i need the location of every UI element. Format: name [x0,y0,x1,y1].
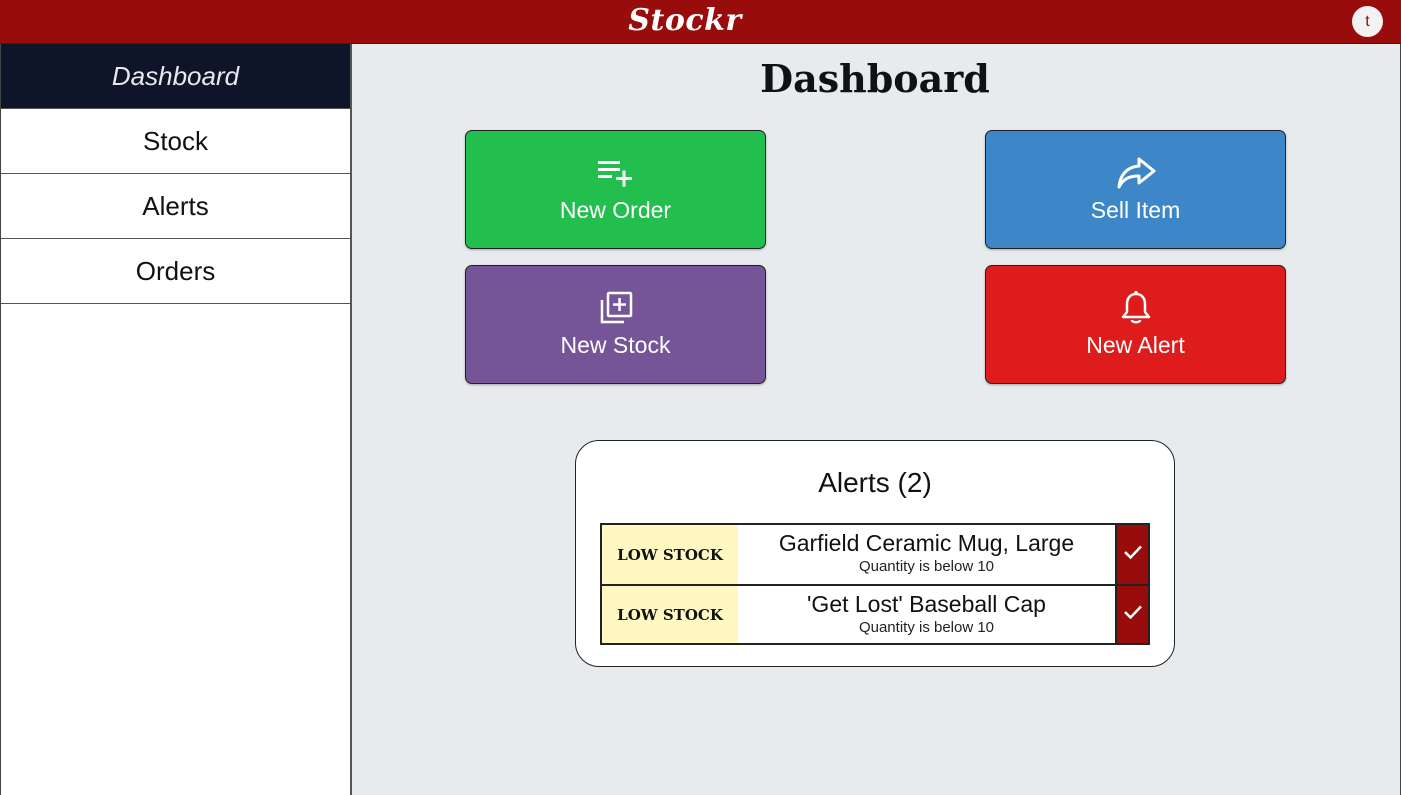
alert-description: Quantity is below 10 [858,558,995,575]
new-alert-label: New Alert [1086,332,1185,358]
page-title: Dashboard [760,56,990,101]
check-icon [1123,604,1143,625]
alert-description: Quantity is below 10 [858,619,995,636]
sidebar-item-stock[interactable]: Stock [1,109,350,174]
sell-item-button[interactable]: Sell Item [985,130,1286,249]
sidebar-item-orders[interactable]: Orders [1,239,350,304]
top-bar: Stockr t [0,0,1401,44]
sidebar-item-label: Stock [142,125,209,156]
list-item: LOW STOCK 'Get Lost' Baseball Cap Quanti… [602,584,1148,643]
dismiss-alert-button[interactable] [1115,586,1148,643]
sidebar: Dashboard Stock Alerts Orders [0,44,352,795]
alerts-list: LOW STOCK Garfield Ceramic Mug, Large Qu… [600,523,1150,645]
alert-type-badge: LOW STOCK [602,525,738,584]
alert-type-badge: LOW STOCK [602,586,738,643]
sidebar-item-dashboard[interactable]: Dashboard [1,44,350,109]
alerts-panel: Alerts (2) LOW STOCK Garfield Ceramic Mu… [575,440,1175,667]
playlist-add-icon [596,155,636,191]
list-item: LOW STOCK Garfield Ceramic Mug, Large Qu… [602,525,1148,584]
sidebar-item-label: Alerts [142,190,209,221]
sidebar-item-alerts[interactable]: Alerts [1,174,350,239]
alerts-panel-title: Alerts (2) [818,467,932,498]
alert-content: 'Get Lost' Baseball Cap Quantity is belo… [738,586,1115,643]
library-add-icon [598,290,634,326]
dismiss-alert-button[interactable] [1115,525,1148,584]
sell-item-label: Sell Item [1090,197,1181,223]
new-order-button[interactable]: New Order [465,130,766,249]
share-arrow-icon [1115,155,1157,191]
main-content: Dashboard New Order Sell Item New Stock … [352,44,1401,795]
check-icon [1123,544,1143,565]
sidebar-item-label: Dashboard [111,60,240,91]
alert-content: Garfield Ceramic Mug, Large Quantity is … [738,525,1115,584]
new-stock-button[interactable]: New Stock [465,265,766,384]
new-alert-button[interactable]: New Alert [985,265,1286,384]
new-order-label: New Order [559,197,672,223]
user-avatar[interactable]: t [1352,6,1383,37]
bell-icon [1119,290,1153,326]
alert-item-name: 'Get Lost' Baseball Cap [807,591,1046,617]
new-stock-label: New Stock [560,332,671,358]
sidebar-item-label: Orders [135,255,216,286]
alert-item-name: Garfield Ceramic Mug, Large [778,530,1075,556]
app-logo[interactable]: Stockr [0,2,1370,40]
